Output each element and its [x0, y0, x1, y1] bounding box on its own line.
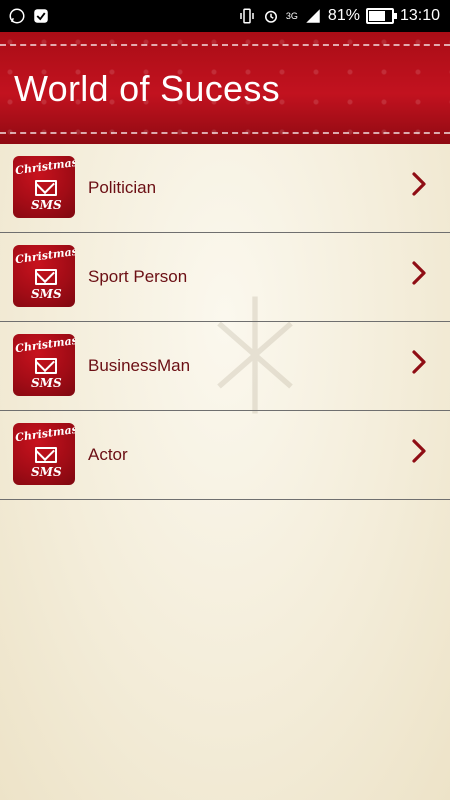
signal-icon [306, 9, 320, 23]
page-title: World of Sucess [14, 68, 280, 109]
list-item-politician[interactable]: Christmas SMS Politician [0, 144, 450, 233]
envelope-icon [35, 269, 57, 285]
list-item-label: Sport Person [88, 267, 188, 286]
header-stitch-top [0, 44, 450, 46]
status-left-icons [0, 7, 50, 25]
list-item-label: Actor [88, 445, 128, 464]
whatsapp-icon [9, 8, 25, 24]
vibrate-icon [240, 8, 254, 24]
christmas-sms-icon: Christmas SMS [13, 423, 75, 485]
status-bar: 3G 81% 13:10 [0, 0, 450, 32]
envelope-icon [35, 180, 57, 196]
battery-icon [365, 8, 397, 24]
category-list: Christmas SMS Politician Christmas SMS S… [0, 144, 450, 500]
christmas-sms-icon: Christmas SMS [13, 245, 75, 307]
thumb-sms-text: SMS [31, 465, 62, 479]
chevron-right-icon[interactable] [410, 348, 428, 376]
list-item-sport-person[interactable]: Christmas SMS Sport Person [0, 233, 450, 322]
header-stitch-bottom [0, 132, 450, 134]
envelope-icon [35, 447, 57, 463]
chevron-right-icon[interactable] [410, 170, 428, 198]
check-badge-icon [34, 9, 48, 23]
status-right-icons: 3G 81% 13:10 [238, 7, 450, 25]
app-header: World of Sucess [0, 32, 450, 144]
thumb-sms-text: SMS [31, 376, 62, 390]
clock-time: 13:10 [399, 7, 440, 24]
envelope-icon [35, 358, 57, 374]
chevron-right-icon[interactable] [410, 437, 428, 465]
christmas-sms-icon: Christmas SMS [13, 156, 75, 218]
list-item-label: Politician [88, 178, 157, 197]
list-item-label: BusinessMan [88, 356, 191, 375]
list-item-actor[interactable]: Christmas SMS Actor [0, 411, 450, 500]
alarm-icon [264, 10, 277, 23]
chevron-right-icon[interactable] [410, 259, 428, 287]
network-type-label: 3G [285, 11, 298, 21]
christmas-sms-icon: Christmas SMS [13, 334, 75, 396]
battery-percent: 81% [327, 7, 360, 24]
thumb-sms-text: SMS [31, 198, 62, 212]
thumb-sms-text: SMS [31, 287, 62, 301]
list-item-businessman[interactable]: Christmas SMS BusinessMan [0, 322, 450, 411]
